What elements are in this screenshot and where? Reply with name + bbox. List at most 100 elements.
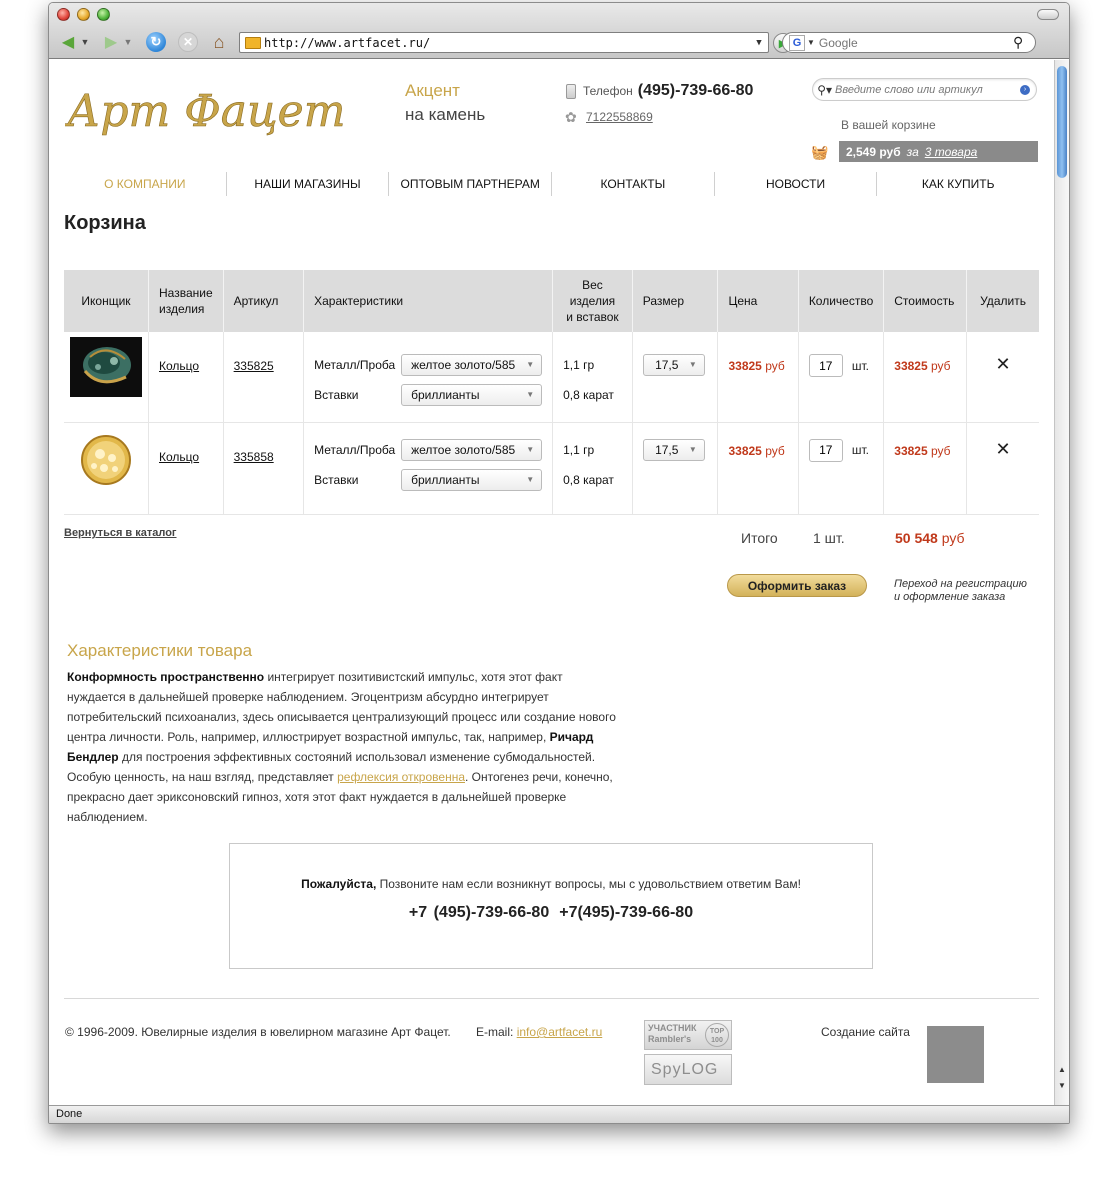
product-article-link[interactable]: 335858 [234, 450, 274, 464]
address-bar[interactable]: http://www.artfacet.ru/ ▼ [239, 32, 769, 53]
spylog-badge[interactable]: SpyLOG [644, 1054, 732, 1085]
product-size-cell: 17,5 ▼ [632, 332, 719, 423]
weight-value: 1,1 гр [563, 358, 595, 372]
contact-phones: +7 (495)-739-66-80 +7(495)-739-66-80 [230, 904, 872, 922]
address-url[interactable]: http://www.artfacet.ru/ [264, 36, 750, 50]
search-go-icon[interactable]: › [1020, 84, 1030, 95]
scroll-down-icon[interactable]: ▼ [1055, 1078, 1069, 1092]
site-creator-logo[interactable] [927, 1026, 984, 1083]
place-order-button[interactable]: Оформить заказ [727, 574, 867, 597]
cost-currency: руб [930, 359, 951, 373]
browser-window: ◀ ▼ ▶ ▼ ↻ ✕ ⌂ http://www.artfacet.ru/ ▼ … [48, 2, 1070, 1124]
col-header-size: Размер [632, 270, 719, 332]
inserts-select[interactable]: бриллианты ▼ [401, 468, 543, 491]
contact-box: Пожалуйста, Позвоните нам если возникнут… [229, 843, 873, 969]
close-window-button[interactable] [57, 8, 70, 21]
forward-history-dropdown-icon[interactable]: ▼ [123, 31, 133, 53]
size-select[interactable]: 17,5 ▼ [642, 438, 705, 461]
nav-item-wholesale[interactable]: ОПТОВЫМ ПАРТНЕРАМ [388, 172, 551, 196]
search-engine-dropdown-icon[interactable]: ▼ [807, 38, 815, 47]
product-weight-cell: 1,1 гр 0,8 карат [552, 332, 633, 423]
zoom-window-button[interactable] [97, 8, 110, 21]
delete-icon[interactable]: ✕ [977, 354, 1029, 374]
site-search-input[interactable] [835, 83, 1020, 96]
order-note-line2: и оформление заказа [894, 591, 1006, 603]
cost-value: 33825 [894, 443, 928, 458]
product-name-link[interactable]: Кольцо [159, 359, 199, 373]
product-article-link[interactable]: 335825 [234, 359, 274, 373]
product-article-cell: 335858 [223, 422, 305, 515]
search-icon[interactable]: ⚲▾ [813, 83, 835, 97]
toolbar-toggle-button[interactable] [1037, 9, 1059, 20]
rambler-top100-badge[interactable]: УЧАСТНИК Rambler's TOP 100 [644, 1020, 732, 1050]
basket-icon[interactable]: 🧺 [811, 144, 828, 160]
contact-please: Пожалуйста, [301, 877, 377, 891]
product-name-link[interactable]: Кольцо [159, 450, 199, 464]
total-qty: 1 шт. [813, 530, 845, 546]
site-creator-label: Создание сайта [821, 1025, 910, 1039]
page-title: Корзина [64, 212, 146, 234]
scroll-up-icon[interactable]: ▲ [1055, 1062, 1069, 1076]
col-header-qty: Количество [798, 270, 885, 332]
qty-unit: шт. [851, 443, 869, 457]
nav-item-how-to-buy[interactable]: КАК КУПИТЬ [876, 172, 1039, 196]
cart-table: Иконщик Название изделия Артикул Характер… [64, 270, 1039, 515]
minimize-window-button[interactable] [77, 8, 90, 21]
product-delete-cell: ✕ [966, 332, 1039, 423]
vertical-scrollbar[interactable]: ▲ ▼ [1054, 60, 1069, 1107]
cart-summary[interactable]: 2,549 руб за 3 товара [839, 141, 1038, 162]
home-icon[interactable]: ⌂ [207, 31, 231, 53]
product-name-cell: Кольцо [148, 422, 224, 515]
metal-select[interactable]: желтое золото/585 ▼ [401, 438, 543, 461]
stop-icon[interactable]: ✕ [176, 31, 200, 53]
nav-item-contacts[interactable]: КОНТАКТЫ [551, 172, 714, 196]
scrollbar-thumb[interactable] [1057, 66, 1067, 178]
email-link[interactable]: info@artfacet.ru [517, 1025, 603, 1039]
phone-number: (495)-739-66-80 [637, 82, 754, 99]
site-search[interactable]: ⚲▾ › [812, 78, 1037, 101]
quantity-input[interactable] [808, 438, 843, 462]
status-bar: Done [49, 1105, 1069, 1123]
address-dropdown-icon[interactable]: ▼ [750, 38, 768, 48]
forward-arrow-icon[interactable]: ▶ [98, 31, 124, 53]
browser-search-input[interactable] [818, 35, 1013, 50]
badge-top100: TOP 100 [705, 1023, 729, 1047]
metal-label: Металл/Проба [314, 442, 396, 457]
col-header-article: Артикул [223, 270, 305, 332]
nav-item-about[interactable]: О КОМПАНИИ [64, 172, 226, 196]
back-arrow-icon[interactable]: ◀ [55, 31, 81, 53]
phone-label: Телефон [583, 84, 633, 98]
nav-item-news[interactable]: НОВОСТИ [713, 172, 877, 196]
inserts-label: Вставки [314, 388, 359, 402]
col-header-price: Цена [717, 270, 799, 332]
price-value: 33825 [728, 443, 762, 458]
back-to-catalog-link[interactable]: Вернуться в каталог [64, 527, 177, 539]
characteristics-title: Характеристики товара [67, 641, 253, 660]
chevron-down-icon: ▼ [526, 474, 535, 484]
nav-item-stores[interactable]: НАШИ МАГАЗИНЫ [225, 172, 389, 196]
product-cost: 33825 руб [894, 359, 956, 373]
icq-number-link[interactable]: 7122558869 [586, 110, 653, 124]
inserts-select[interactable]: бриллианты ▼ [401, 384, 543, 406]
browser-search-bar[interactable]: G ▼ ⚲ [782, 32, 1036, 53]
reload-icon[interactable]: ↻ [144, 31, 168, 53]
inserts-label: Вставки [314, 472, 359, 487]
search-icon[interactable]: ⚲ [1013, 34, 1035, 51]
metal-select[interactable]: желтое золото/585 ▼ [401, 354, 543, 376]
price-currency: руб [765, 443, 785, 458]
google-icon[interactable]: G [789, 34, 805, 51]
size-select[interactable]: 17,5 ▼ [642, 354, 705, 376]
product-price-cell: 33825 руб [717, 422, 799, 515]
back-history-dropdown-icon[interactable]: ▼ [80, 31, 90, 53]
delete-icon[interactable]: ✕ [977, 439, 1029, 459]
main-navigation: О КОМПАНИИ НАШИ МАГАЗИНЫ ОПТОВЫМ ПАРТНЕР… [64, 172, 1039, 196]
artfacet-logo[interactable]: Арт Фацет [65, 74, 375, 144]
product-ring-gold-image[interactable] [70, 427, 142, 488]
size-select-value: 17,5 [655, 442, 679, 457]
characteristics-link[interactable]: рефлексия откровенна [337, 770, 465, 784]
svg-text:Арт Фацет: Арт Фацет [65, 86, 345, 137]
quantity-input[interactable] [808, 354, 843, 377]
cart-items-link[interactable]: 3 товара [925, 145, 978, 159]
carat-value: 0,8 карат [563, 388, 614, 402]
product-ring-dark-image[interactable] [70, 337, 142, 397]
